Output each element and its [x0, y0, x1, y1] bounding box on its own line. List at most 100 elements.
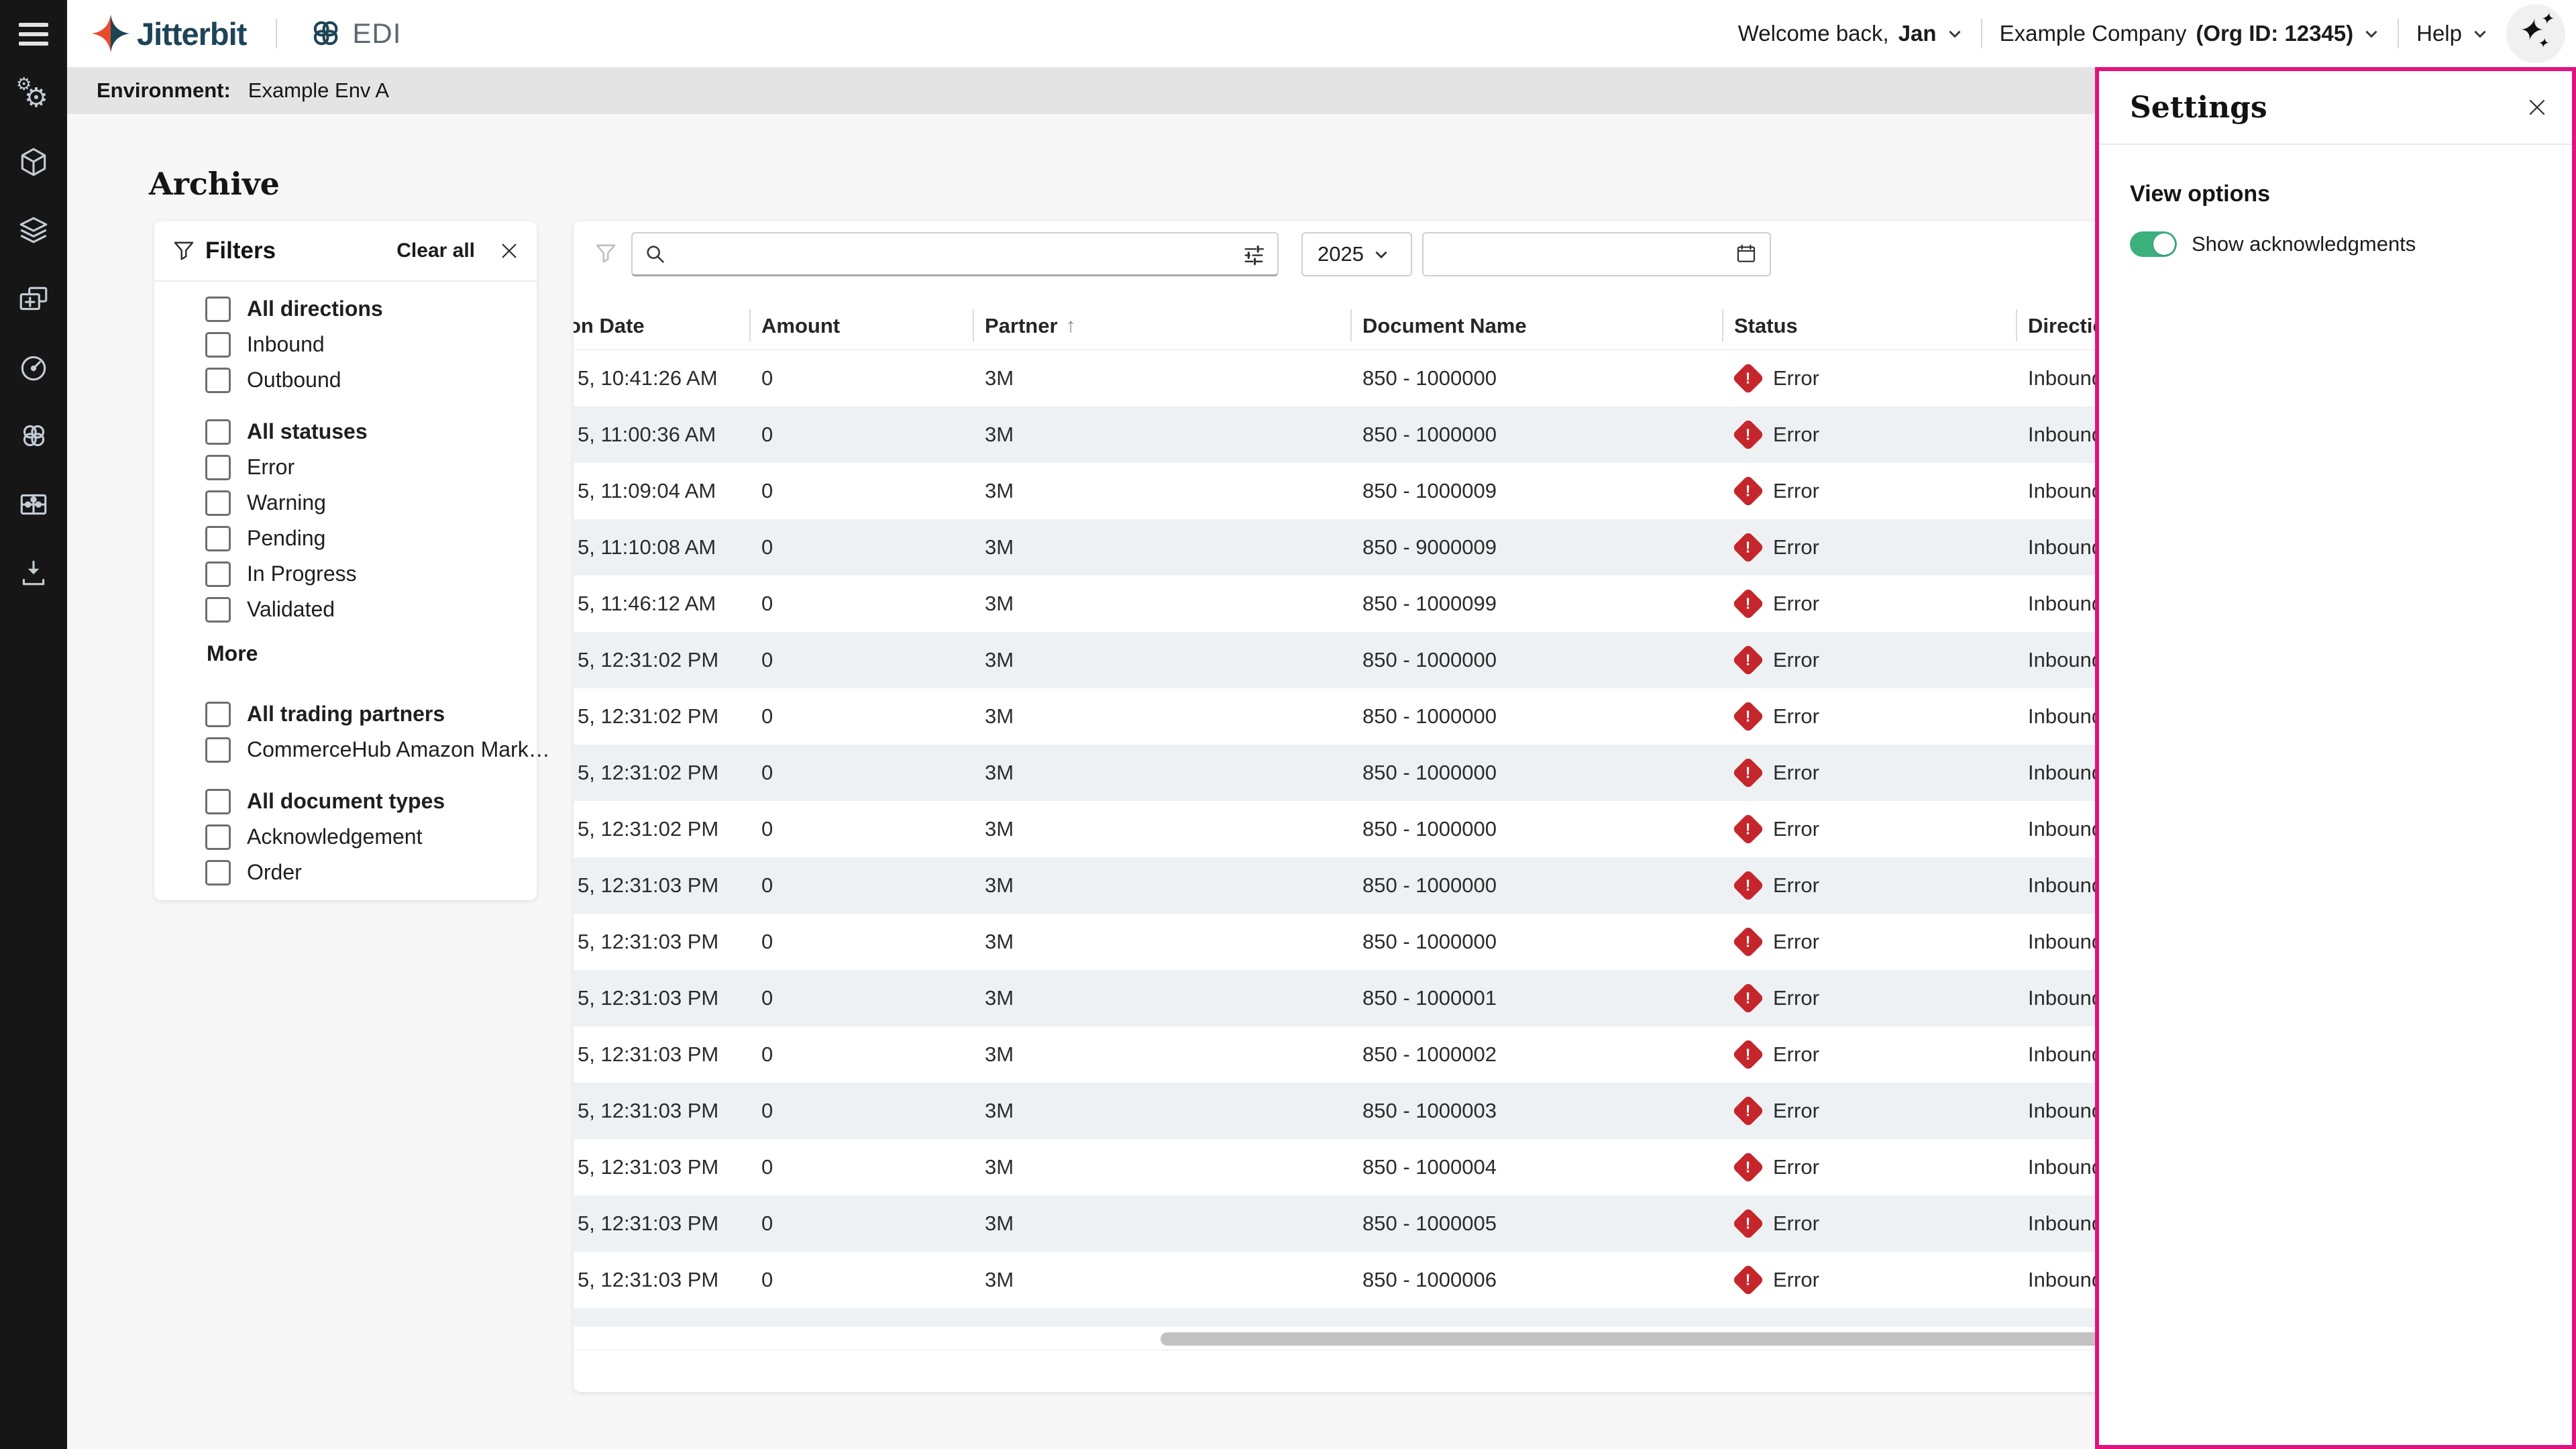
filter-group: All directionsInboundOutbound — [205, 291, 537, 398]
layers-icon[interactable] — [15, 212, 52, 250]
cell-document: 850 - 9000009 — [1350, 535, 1722, 559]
error-status-icon: ! — [1732, 1038, 1764, 1071]
table-row[interactable]: 5, 11:10:08 AM03M850 - 9000009!ErrorInbo… — [574, 519, 2127, 576]
table-row[interactable]: 5, 11:00:36 AM03M850 - 1000000!ErrorInbo… — [574, 407, 2127, 463]
tune-filters-icon[interactable] — [1242, 243, 1265, 266]
checkbox[interactable] — [205, 419, 231, 445]
filter-option-in-progress[interactable]: In Progress — [205, 556, 537, 592]
cell-status: !Error — [1722, 704, 2016, 729]
checkbox[interactable] — [205, 824, 231, 850]
status-text: Error — [1773, 986, 1819, 1010]
error-status-icon: ! — [1732, 362, 1764, 394]
column-header-amount[interactable]: Amount — [749, 302, 973, 350]
cell-partner: 3M — [973, 479, 1350, 503]
table-row[interactable]: 5, 12:31:03 PM03M850 - 1000004!ErrorInbo… — [574, 1139, 2127, 1195]
table-row[interactable]: 5, 12:31:02 PM03M850 - 1000000!ErrorInbo… — [574, 801, 2127, 857]
column-header-status[interactable]: Status — [1722, 302, 2016, 350]
checkbox[interactable] — [205, 702, 231, 727]
cell-document: 850 - 1000000 — [1350, 817, 1722, 841]
error-status-icon: ! — [1732, 982, 1764, 1014]
ai-assistant-button[interactable]: ✦ ✦ ✦ — [2506, 4, 2565, 63]
duplicate-plus-icon[interactable] — [15, 280, 52, 318]
download-icon[interactable] — [15, 554, 52, 592]
cell-date: 5, 12:31:03 PM — [574, 873, 749, 898]
filter-option-warning[interactable]: Warning — [205, 485, 537, 521]
table-row[interactable]: 5, 12:31:03 PM03M850 - 1000002!ErrorInbo… — [574, 1026, 2127, 1083]
menu-icon[interactable] — [19, 23, 48, 46]
checkbox[interactable] — [205, 789, 231, 814]
table-row[interactable]: 5, 12:31:03 PM03M850 - 1000000!ErrorInbo… — [574, 914, 2127, 970]
table-row[interactable]: 5, 12:31:02 PM03M850 - 1000000!ErrorInbo… — [574, 632, 2127, 688]
edi-knot-icon[interactable] — [15, 417, 52, 455]
checkbox[interactable] — [205, 455, 231, 480]
filter-option-inbound[interactable]: Inbound — [205, 327, 537, 362]
table-row[interactable]: 5, 12:31:03 PM03M850 - 1000000!ErrorInbo… — [574, 857, 2127, 914]
table-row[interactable]: 5, 12:31:03 PM03M850 - 1000005!ErrorInbo… — [574, 1195, 2127, 1252]
checkbox[interactable] — [205, 860, 231, 885]
checkbox[interactable] — [205, 526, 231, 551]
filter-funnel-icon[interactable] — [594, 241, 618, 266]
cell-amount: 0 — [749, 817, 973, 841]
checkbox[interactable] — [205, 297, 231, 322]
filter-option-outbound[interactable]: Outbound — [205, 362, 537, 398]
user-menu[interactable]: Welcome back, Jan — [1738, 21, 1964, 46]
filter-option-all-document-types[interactable]: All document types — [205, 784, 537, 819]
table-row[interactable]: 5, 12:31:02 PM03M850 - 1000000!ErrorInbo… — [574, 745, 2127, 801]
horizontal-scrollbar[interactable] — [1161, 1332, 2120, 1346]
gauge-icon[interactable] — [15, 349, 52, 386]
close-icon[interactable] — [499, 241, 519, 261]
filter-option-all-trading-partners[interactable]: All trading partners — [205, 696, 537, 732]
column-header-partner[interactable]: Partner↑ — [973, 302, 1350, 350]
org-menu[interactable]: Example Company (Org ID: 12345) — [2000, 21, 2381, 46]
error-status-icon: ! — [1732, 926, 1764, 958]
puzzle-icon[interactable] — [15, 486, 52, 523]
filters-more-link[interactable]: More — [207, 636, 537, 672]
search-input[interactable] — [676, 242, 1242, 266]
table-header-row: on DateAmountPartner↑Document NameStatus… — [574, 302, 2127, 350]
filter-option-all-directions[interactable]: All directions — [205, 291, 537, 327]
cell-status: !Error — [1722, 1212, 2016, 1236]
table-row[interactable]: 5, 12:31:02 PM03M850 - 1000000!ErrorInbo… — [574, 688, 2127, 745]
help-menu[interactable]: Help — [2416, 21, 2489, 46]
cube-icon[interactable] — [15, 144, 52, 181]
toggle-label: Show acknowledgments — [2192, 232, 2416, 256]
filter-option-error[interactable]: Error — [205, 449, 537, 485]
checkbox[interactable] — [205, 368, 231, 393]
clear-all-button[interactable]: Clear all — [396, 239, 475, 262]
column-header-on-date[interactable]: on Date — [574, 302, 749, 350]
table-row[interactable]: 5, 12:31:03 PM03M850 - 1000001!ErrorInbo… — [574, 970, 2127, 1026]
checkbox[interactable] — [205, 737, 231, 763]
filter-option-acknowledgement[interactable]: Acknowledgement — [205, 819, 537, 855]
column-header-document-name[interactable]: Document Name — [1350, 302, 1722, 350]
checkbox[interactable] — [205, 597, 231, 623]
checkbox[interactable] — [205, 332, 231, 358]
filter-option-label: Validated — [247, 597, 335, 622]
status-text: Error — [1773, 930, 1819, 954]
status-text: Error — [1773, 761, 1819, 785]
date-input[interactable] — [1422, 232, 1771, 276]
checkbox[interactable] — [205, 561, 231, 587]
table-row[interactable]: 5, 12:31:03 PM03M850 - 1000006!ErrorInbo… — [574, 1252, 2127, 1308]
table-row[interactable]: 5, 10:41:26 AM03M850 - 1000000!ErrorInbo… — [574, 350, 2127, 407]
filter-option-commercehub-amazon-mark[interactable]: CommerceHub Amazon Mark… — [205, 732, 537, 767]
cell-amount: 0 — [749, 423, 973, 447]
date-field[interactable] — [1436, 242, 1735, 266]
close-icon[interactable] — [2526, 97, 2548, 118]
table-row[interactable]: 5, 11:46:12 AM03M850 - 1000099!ErrorInbo… — [574, 576, 2127, 632]
filter-option-order[interactable]: Order — [205, 855, 537, 890]
table-row[interactable]: 5, 11:09:04 AM03M850 - 1000009!ErrorInbo… — [574, 463, 2127, 519]
status-text: Error — [1773, 423, 1819, 447]
cell-date: 5, 12:31:03 PM — [574, 930, 749, 954]
cell-amount: 0 — [749, 704, 973, 729]
calendar-icon[interactable] — [1735, 243, 1758, 266]
search-box — [631, 232, 1279, 276]
filter-option-pending[interactable]: Pending — [205, 521, 537, 556]
year-select[interactable]: 2025 — [1301, 232, 1412, 276]
show-acknowledgments-toggle[interactable] — [2130, 231, 2177, 257]
filter-option-all-statuses[interactable]: All statuses — [205, 414, 537, 449]
cell-date: 5, 12:31:03 PM — [574, 1099, 749, 1123]
table-row[interactable]: 5, 12:31:03 PM03M850 - 1000003!ErrorInbo… — [574, 1083, 2127, 1139]
filter-option-validated[interactable]: Validated — [205, 592, 537, 627]
gears-icon[interactable]: ⚙⚙ — [15, 75, 52, 113]
checkbox[interactable] — [205, 490, 231, 516]
